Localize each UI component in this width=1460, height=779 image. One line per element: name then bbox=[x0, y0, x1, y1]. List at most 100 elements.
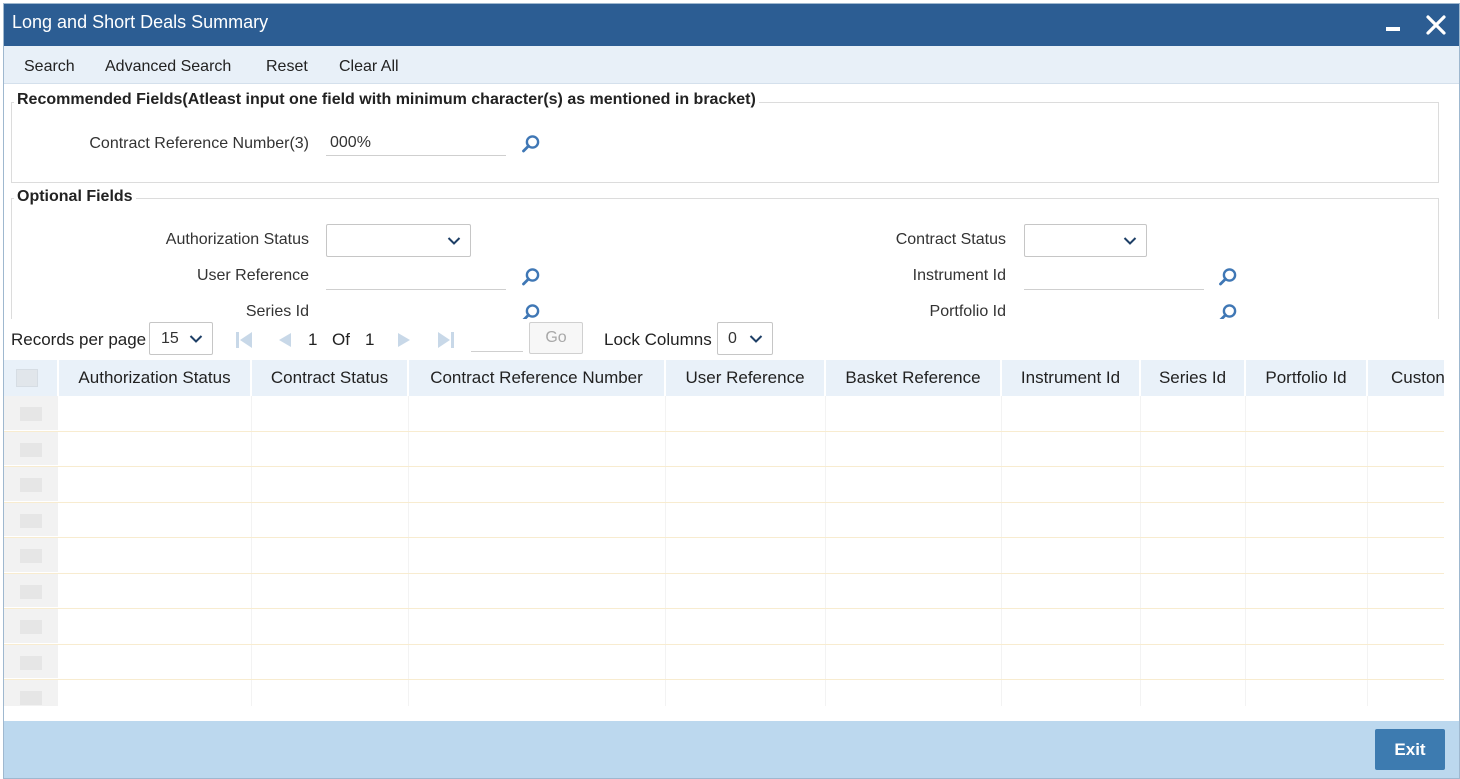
footer-bar: Exit bbox=[4, 721, 1459, 778]
row-select-checkbox[interactable] bbox=[4, 573, 58, 608]
grid-cell bbox=[1246, 467, 1368, 502]
grid-cell bbox=[59, 431, 252, 466]
contract-status-label: Contract Status bbox=[895, 231, 1006, 248]
table-row[interactable] bbox=[4, 431, 1444, 467]
records-per-page-value: 15 bbox=[161, 330, 179, 347]
exit-button[interactable]: Exit bbox=[1375, 729, 1445, 770]
grid-cell bbox=[1002, 467, 1141, 502]
grid-cell bbox=[59, 573, 252, 608]
grid-cell bbox=[1002, 502, 1141, 537]
row-select-checkbox[interactable] bbox=[4, 431, 58, 466]
user-reference-input[interactable] bbox=[326, 264, 506, 290]
row-select-checkbox[interactable] bbox=[4, 467, 58, 502]
reset-button[interactable]: Reset bbox=[266, 58, 308, 76]
instrument-id-search-icon[interactable] bbox=[1218, 267, 1238, 287]
minimize-icon[interactable] bbox=[1383, 18, 1403, 34]
grid-cell bbox=[1002, 680, 1141, 706]
grid-cell bbox=[826, 396, 1002, 431]
row-select-checkbox[interactable] bbox=[4, 680, 58, 706]
grid-cell bbox=[409, 573, 666, 608]
row-select-checkbox[interactable] bbox=[4, 609, 58, 644]
grid-cell bbox=[1002, 573, 1141, 608]
lock-columns-label: Lock Columns bbox=[604, 330, 712, 349]
grid-cell bbox=[59, 538, 252, 573]
of-label: Of bbox=[332, 330, 350, 349]
previous-page-icon[interactable] bbox=[277, 332, 293, 348]
row-select-checkbox[interactable] bbox=[4, 396, 58, 431]
title-bar: Long and Short Deals Summary bbox=[4, 4, 1459, 46]
user-reference-search-icon[interactable] bbox=[521, 267, 541, 287]
row-select-checkbox[interactable] bbox=[4, 502, 58, 537]
go-to-page-input[interactable] bbox=[471, 326, 523, 352]
grid-cell bbox=[1002, 644, 1141, 679]
grid-cell bbox=[1141, 644, 1246, 679]
grid-cell bbox=[826, 644, 1002, 679]
grid-cell bbox=[59, 396, 252, 431]
column-header[interactable]: Contract Status bbox=[252, 360, 409, 396]
row-select-checkbox[interactable] bbox=[4, 644, 58, 679]
grid-cell bbox=[1141, 609, 1246, 644]
authorization-status-select[interactable] bbox=[326, 224, 471, 257]
column-header[interactable]: Series Id bbox=[1141, 360, 1246, 396]
column-header[interactable]: Contract Reference Number bbox=[409, 360, 666, 396]
records-per-page-select[interactable]: 15 bbox=[149, 322, 213, 355]
column-header[interactable]: User Reference bbox=[666, 360, 826, 396]
column-header[interactable]: Instrument Id bbox=[1002, 360, 1141, 396]
grid-cell bbox=[826, 431, 1002, 466]
table-row[interactable] bbox=[4, 502, 1444, 538]
table-row[interactable] bbox=[4, 644, 1444, 680]
table-row[interactable] bbox=[4, 609, 1444, 645]
column-header[interactable]: Portfolio Id bbox=[1246, 360, 1368, 396]
row-select-checkbox[interactable] bbox=[4, 538, 58, 573]
grid-cell bbox=[252, 502, 409, 537]
table-row[interactable] bbox=[4, 467, 1444, 503]
total-pages: 1 bbox=[365, 330, 375, 349]
last-page-icon[interactable] bbox=[438, 332, 454, 348]
grid-cell bbox=[252, 538, 409, 573]
grid-cell bbox=[1246, 396, 1368, 431]
grid-cell bbox=[1246, 502, 1368, 537]
clear-all-button[interactable]: Clear All bbox=[339, 58, 399, 76]
contract-status-select[interactable] bbox=[1024, 224, 1147, 257]
contract-reference-search-icon[interactable] bbox=[521, 134, 541, 154]
grid-cell bbox=[826, 467, 1002, 502]
current-page: 1 bbox=[308, 330, 318, 349]
contract-reference-input[interactable] bbox=[326, 130, 506, 156]
column-header[interactable]: Basket Reference bbox=[826, 360, 1002, 396]
user-reference-label: User Reference bbox=[196, 267, 309, 284]
toolbar: Search Advanced Search Reset Clear All bbox=[4, 46, 1459, 84]
grid-cell bbox=[252, 573, 409, 608]
instrument-id-input[interactable] bbox=[1024, 264, 1204, 290]
next-page-icon[interactable] bbox=[396, 332, 412, 348]
grid-cell bbox=[826, 609, 1002, 644]
grid-cell bbox=[1141, 431, 1246, 466]
close-icon[interactable] bbox=[1423, 12, 1449, 38]
window-title: Long and Short Deals Summary bbox=[12, 12, 269, 32]
grid-cell bbox=[59, 502, 252, 537]
search-button[interactable]: Search bbox=[24, 58, 75, 76]
table-row[interactable] bbox=[4, 573, 1444, 609]
grid-cell bbox=[1141, 467, 1246, 502]
grid-cell bbox=[1002, 538, 1141, 573]
grid-cell bbox=[666, 609, 826, 644]
table-row[interactable] bbox=[4, 538, 1444, 574]
grid-cell bbox=[252, 431, 409, 466]
select-all-checkbox[interactable] bbox=[16, 369, 38, 387]
advanced-search-button[interactable]: Advanced Search bbox=[105, 58, 231, 76]
grid-cell bbox=[826, 502, 1002, 537]
column-header[interactable]: Authorization Status bbox=[59, 360, 252, 396]
go-button[interactable]: Go bbox=[529, 322, 583, 354]
column-header[interactable]: Custon bbox=[1368, 360, 1444, 396]
grid-cell bbox=[409, 502, 666, 537]
grid-cell bbox=[252, 609, 409, 644]
first-page-icon[interactable] bbox=[236, 332, 252, 348]
grid-cell bbox=[409, 680, 666, 706]
grid-cell bbox=[666, 431, 826, 466]
lock-columns-select[interactable]: 0 bbox=[717, 322, 773, 355]
chevron-down-icon bbox=[749, 332, 763, 346]
grid-cell bbox=[59, 644, 252, 679]
table-row[interactable] bbox=[4, 396, 1444, 432]
table-row[interactable] bbox=[4, 680, 1444, 706]
grid-cell bbox=[409, 644, 666, 679]
grid-cell bbox=[1002, 431, 1141, 466]
